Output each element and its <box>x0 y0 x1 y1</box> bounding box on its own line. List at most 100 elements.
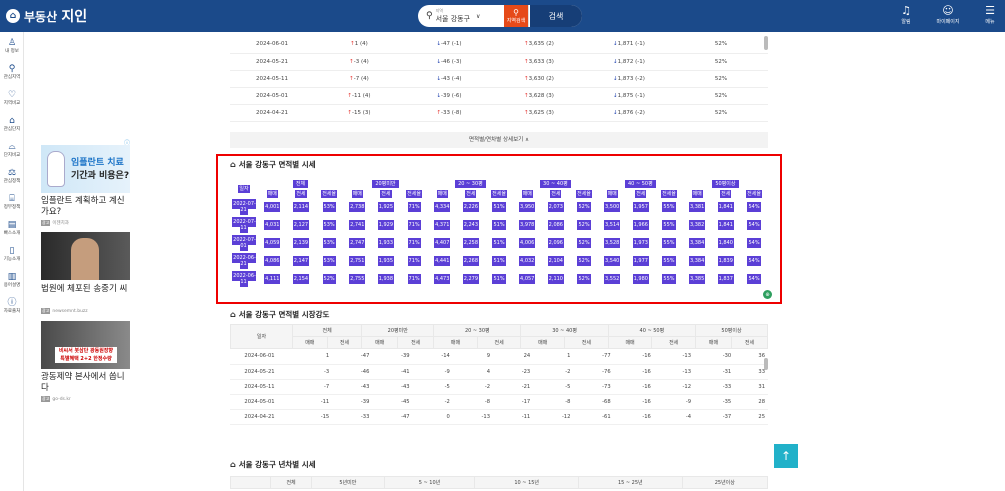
table-cell: -2 <box>452 379 494 395</box>
table-cell: -8 <box>452 394 494 410</box>
ad-title[interactable]: 법원에 체포된 송중기 씨 <box>41 284 131 295</box>
table-row: 2024-05-11 ↑-7 (4) ↓-43 (-4) ↑3,630 (2) ↓1,8… <box>230 70 768 88</box>
ad-image-implant[interactable]: 임플란트 치료 기간과 비용은? <box>41 145 130 193</box>
table-cell: -73 <box>573 379 614 395</box>
table-cell: -39 <box>332 394 373 410</box>
nav-label: 관심정책 <box>3 179 21 184</box>
detail-toggle-button[interactable]: 면적별/연차별 상세보기 ∧ <box>230 132 768 148</box>
table-cell: -16 <box>613 349 654 365</box>
nav-complex-compare[interactable]: ⌓ 단지비교 <box>0 142 24 158</box>
table-cell: 31 <box>734 379 768 395</box>
left-nav: ♙ 내 정보 ⚲ 관심지역 ♡ 지역비교 ⌂ 관심단지 ⌓ 단지비교 ⚖ 관심정책 ⌸ 정부정… <box>0 32 24 491</box>
nav-label: 기능소개 <box>3 257 21 262</box>
cell-value: 2024-05-21 <box>256 58 288 65</box>
date-cell: 2024-06-01 <box>230 349 292 365</box>
nav-my-info[interactable]: ♙ 내 정보 <box>0 38 24 54</box>
ad-image-pharma[interactable]: 비씨서 붓삼단 광동원장향특별혜택 2+2 한정수량 <box>41 321 130 369</box>
table-cell: -17 <box>493 394 534 410</box>
home-icon: ⌂ <box>230 310 236 319</box>
ad-caption: 특별혜택 2+2 한정수량 <box>60 356 112 362</box>
complex-icon: ⌓ <box>8 142 16 152</box>
cell-value: 52% <box>714 92 728 99</box>
region-select[interactable]: ⚲ 지역 서울 강동구 ∨ <box>418 8 504 24</box>
highlight-box <box>216 154 782 304</box>
date-cell: 2024-05-11 <box>230 379 292 395</box>
sub-header: 매매 <box>695 336 732 349</box>
table-row: 2024-06-01 ↑1 (4) ↓-47 (-1) ↑3,635 (2) ↓1,87… <box>230 36 768 54</box>
table-cell: 52% <box>674 36 768 54</box>
nav-gov-policy[interactable]: ⌸ 정부정책 <box>0 194 24 210</box>
ad-source-text: newsemnt.buzz <box>52 308 88 314</box>
cell-value: 1 (4) <box>354 41 368 48</box>
nav-region-compare[interactable]: ♡ 지역비교 <box>0 90 24 106</box>
phone-icon: ▯ <box>9 246 15 256</box>
table-cell: ↓-39 (-6) <box>404 87 494 105</box>
main-content: 2024-06-01 ↑1 (4) ↓-47 (-1) ↑3,635 (2) ↓1,87… <box>230 32 768 154</box>
cell-value: -3 (4) <box>353 58 369 65</box>
date-header: 일자 <box>230 324 293 349</box>
alarm-button[interactable]: ♫ 알림 <box>890 4 922 25</box>
cell-value: 3,628 (3) <box>528 92 554 99</box>
nav-label: 정부정책 <box>3 205 21 210</box>
table-cell: ↓1,875 (-1) <box>584 87 674 105</box>
table-cell: 2024-04-21 <box>230 104 314 122</box>
nav-interest-region[interactable]: ⚲ 관심지역 <box>0 64 24 80</box>
table-cell: -77 <box>573 349 614 365</box>
logo[interactable]: ⌂ 부동산 지인 <box>6 6 87 26</box>
table-cell: -35 <box>694 394 735 410</box>
cell-value: -7 (4) <box>353 75 369 82</box>
table-cell: -39 <box>372 349 413 365</box>
ad-badge: 광고 <box>41 220 51 226</box>
table-cell: -5 <box>412 379 453 395</box>
sub-header: 전세 <box>651 336 697 349</box>
ad-source-text: 이젠치과 <box>52 221 69 226</box>
group-header: 25년이상 <box>681 476 768 489</box>
table-cell: -3 <box>292 364 333 380</box>
menu-button[interactable]: ☰ 메뉴 <box>974 4 1005 25</box>
cell-value: 1,871 (-1) <box>617 41 645 48</box>
region-search-button[interactable]: ⚲ 지역검색 <box>504 5 528 27</box>
mypage-button[interactable]: ☺ 마이페이지 <box>932 4 964 25</box>
ad-title[interactable]: 광동제약 본사에서 쏩니다 <box>41 372 131 394</box>
copy-icon[interactable]: ⊕ <box>763 290 772 299</box>
ad-caption: 비씨서 붓삼단 광동원장향 <box>58 348 114 354</box>
search-button[interactable]: 검색 <box>530 5 582 27</box>
scrollbar[interactable] <box>764 36 768 50</box>
nav-features[interactable]: ▯ 기능소개 <box>0 246 24 262</box>
nav-interest-complex[interactable]: ⌂ 관심단지 <box>0 116 24 132</box>
nav-glossary[interactable]: ▥ 용어설명 <box>0 272 24 288</box>
document-icon: ▤ <box>7 220 17 230</box>
nav-source[interactable]: ⓘ 자료출처 <box>0 298 24 314</box>
header-row: 일자 전체 20평미만 20 ~ 30평 30 ~ 40평 40 ~ 50평 50평이상 <box>230 324 768 349</box>
group-header: 50평이상 <box>695 324 768 337</box>
section-title-text: 서울 강동구 면적별 시장강도 <box>238 310 330 319</box>
table-cell: ↑3,635 (2) <box>494 36 584 54</box>
table-cell: -14 <box>412 349 453 365</box>
cell-value: 2024-05-11 <box>256 75 288 82</box>
search-icon: ⚲ <box>513 8 519 17</box>
scrollbar[interactable] <box>764 358 768 370</box>
region-value: 서울 강동구 <box>435 15 471 23</box>
ad-title[interactable]: 임플란트 계획하고 계신가요? <box>41 196 131 218</box>
group-header: 20 ~ 30평 <box>433 324 522 337</box>
table-cell: 24 <box>493 349 534 365</box>
logo-small: 부동산 <box>24 10 58 24</box>
section-title-text: 서울 강동구 년차별 시세 <box>238 460 316 469</box>
table-cell: 2024-05-11 <box>230 70 314 88</box>
ad-image-news[interactable] <box>41 232 130 280</box>
cell-value: 3,630 (2) <box>528 75 554 82</box>
home-logo-icon: ⌂ <box>6 9 20 23</box>
scroll-top-button[interactable]: ↑ <box>774 444 798 468</box>
nav-interest-policy[interactable]: ⚖ 관심정책 <box>0 168 24 184</box>
ad-badge: 광고 <box>41 308 51 314</box>
table-cell: 2024-06-01 <box>230 36 314 54</box>
table-row: 2024-04-21 ↑-15 (3) ↑-33 (-8) ↑3,625 (3) ↓1,… <box>230 104 768 122</box>
table-cell: 28 <box>734 394 768 410</box>
table-cell: 0 <box>412 409 453 425</box>
nav-intro[interactable]: ▤ 빠스소개 <box>0 220 24 236</box>
nav-label: 관심단지 <box>3 127 21 132</box>
table-cell: -4 <box>653 409 695 425</box>
table-cell: 33 <box>734 364 768 380</box>
table-cell: ↑1 (4) <box>314 36 404 54</box>
group-header: 30 ~ 40평 <box>520 324 609 337</box>
